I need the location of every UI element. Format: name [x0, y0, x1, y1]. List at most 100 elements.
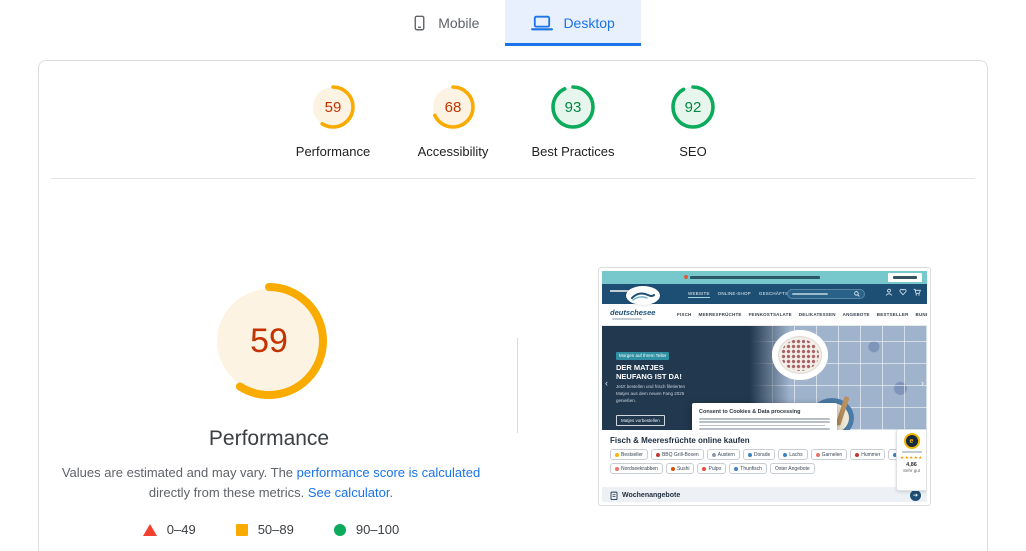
- product-chip[interactable]: Bestseller: [610, 449, 648, 460]
- site-logo-tagline-placeholder: [612, 318, 642, 320]
- category-chips-row-1: Bestseller BBQ Grill-Boxen Austern Dorade La…: [610, 449, 927, 460]
- fish-wave-icon: [631, 292, 655, 301]
- score-accessibility[interactable]: 68 Accessibility: [398, 83, 508, 159]
- product-chip[interactable]: Hummer: [850, 449, 886, 460]
- site-menu-bar: deutschesee FISCH MEERESFRÜCHTE FEINKOSTSA…: [602, 304, 927, 326]
- product-chip[interactable]: Austern: [706, 449, 740, 460]
- site-menu-item[interactable]: BUNDLES: [916, 312, 927, 317]
- cookie-dialog-title: Consent to Cookies & Data processing: [699, 409, 801, 415]
- chip-icon: [655, 452, 660, 457]
- score-value: 68: [444, 98, 462, 116]
- carousel-next-icon[interactable]: ›: [921, 378, 924, 388]
- score-label: Performance: [295, 144, 371, 159]
- legend-range: 50–89: [257, 522, 294, 537]
- product-chip[interactable]: Thunfisch: [729, 463, 767, 474]
- announcement-icon: [684, 275, 688, 279]
- report-card: 59 Performance 68 Accessibility 93 Best …: [38, 60, 988, 551]
- product-chip[interactable]: Nordseekrabben: [610, 463, 663, 474]
- tab-mobile-label: Mobile: [438, 15, 480, 31]
- chip-icon: [711, 452, 716, 457]
- site-mock: WEBSITE ONLINE-SHOP GESCHÄFTSKUNDEN deut…: [602, 271, 927, 502]
- chip-icon: [855, 452, 860, 457]
- device-tabbar: Mobile Desktop: [0, 0, 1026, 46]
- vertical-divider: [517, 338, 518, 433]
- legend-pass: 90–100: [333, 522, 400, 537]
- site-menu-items: FISCH MEERESFRÜCHTE FEINKOSTSALATE DELIKATE…: [677, 312, 927, 317]
- desktop-laptop-icon: [531, 15, 554, 31]
- section-divider: [51, 178, 975, 179]
- legend-range: 90–100: [355, 522, 400, 537]
- site-menu-item[interactable]: FEINKOSTSALATE: [749, 312, 792, 317]
- site-menu-item[interactable]: MEERESFRÜCHTE: [699, 312, 742, 317]
- announcement-button[interactable]: [888, 273, 922, 282]
- score-value: 92: [684, 98, 702, 116]
- carousel-prev-icon[interactable]: ‹: [605, 378, 608, 388]
- orange-square-icon: [235, 523, 248, 536]
- site-menu-item[interactable]: ANGEBOTE: [843, 312, 870, 317]
- red-triangle-icon: [142, 523, 157, 536]
- score-seo[interactable]: 92 SEO: [638, 83, 748, 159]
- cookie-body-text-placeholder: [699, 418, 830, 430]
- chip-icon: [747, 452, 752, 457]
- product-chip[interactable]: Garnelen: [810, 449, 848, 460]
- weekly-offers-title: Wochenangebote: [622, 492, 681, 499]
- metrics-calculation-link[interactable]: performance score is calculated: [297, 465, 481, 480]
- product-chip[interactable]: Pulpo: [697, 463, 727, 474]
- site-nav-link[interactable]: ONLINE-SHOP: [718, 291, 751, 298]
- page-screenshot-thumbnail[interactable]: WEBSITE ONLINE-SHOP GESCHÄFTSKUNDEN deut…: [598, 267, 931, 506]
- site-menu-item[interactable]: FISCH: [677, 312, 692, 317]
- product-chip[interactable]: BBQ Grill-Boxen: [650, 449, 704, 460]
- site-nav-icons: [885, 288, 921, 296]
- performance-section-title: Performance: [208, 427, 330, 450]
- cookie-consent-dialog: Consent to Cookies & Data processing Set…: [692, 403, 837, 430]
- hero-badge: Morgen auf Ihrem Teller: [616, 351, 670, 360]
- scores-summary-row: 59 Performance 68 Accessibility 93 Best …: [39, 83, 987, 159]
- site-logo[interactable]: [626, 286, 660, 305]
- site-logo-text[interactable]: deutschesee: [610, 308, 655, 317]
- site-menu-item[interactable]: DELIKATESSEN: [799, 312, 836, 317]
- product-chip[interactable]: Dorade: [742, 449, 776, 460]
- rating-label: Sehr gut: [902, 468, 920, 473]
- disclaimer-text: directly from these metrics.: [148, 485, 308, 500]
- account-icon[interactable]: [885, 288, 893, 296]
- site-products-section: Fisch & Meeresfrüchte online kaufen Best…: [602, 430, 927, 485]
- tab-desktop[interactable]: Desktop: [505, 0, 641, 46]
- score-best-practices[interactable]: 93 Best Practices: [518, 83, 628, 159]
- hero-cta-button[interactable]: Matjes vorbestellen: [616, 414, 665, 426]
- site-hero-carousel: ‹ › Morgen auf Ihrem Teller DER MATJES N…: [602, 326, 927, 430]
- disclaimer-text: Values are estimated and may vary. The: [61, 465, 297, 480]
- score-value: 59: [324, 98, 342, 116]
- site-nav-link[interactable]: WEBSITE: [688, 291, 710, 298]
- announcement-text-placeholder: [690, 276, 820, 279]
- cart-icon[interactable]: [913, 288, 921, 296]
- trusted-shops-badge[interactable]: e ★★★★★ 4,86 Sehr gut: [896, 429, 927, 491]
- wishlist-heart-icon[interactable]: [899, 288, 907, 296]
- weekly-offers-bar[interactable]: Wochenangebote ➔: [602, 487, 927, 502]
- search-placeholder-text: [792, 292, 828, 296]
- rating-stars: ★★★★★: [900, 455, 923, 460]
- product-chip[interactable]: Sushi: [665, 463, 695, 474]
- mobile-phone-icon: [414, 15, 425, 31]
- legend-average: 50–89: [235, 522, 294, 537]
- category-chips-row-2: Nordseekrabben Sushi Pulpo Thunfisch Oster A…: [610, 463, 919, 474]
- chip-icon: [615, 452, 619, 457]
- products-heading: Fisch & Meeresfrüchte online kaufen: [610, 436, 750, 445]
- expand-arrow-button[interactable]: ➔: [910, 490, 921, 501]
- score-performance[interactable]: 59 Performance: [278, 83, 388, 159]
- chip-icon: [615, 466, 619, 471]
- score-value: 93: [564, 98, 582, 116]
- site-menu-item[interactable]: BESTSELLER: [877, 312, 909, 317]
- product-chip[interactable]: Oster Angebote: [769, 463, 815, 474]
- hero-body-text: Jetzt bestellen und frisch filetierten M…: [616, 384, 686, 403]
- search-icon: [854, 291, 860, 297]
- product-chip[interactable]: Lachs: [778, 449, 808, 460]
- chip-icon: [670, 466, 675, 471]
- tab-mobile[interactable]: Mobile: [385, 0, 505, 46]
- score-label: Best Practices: [531, 144, 615, 159]
- site-search-input[interactable]: [787, 289, 865, 299]
- green-circle-icon: [333, 523, 346, 536]
- clipboard-icon: [610, 491, 618, 500]
- trusted-seal-icon: e: [903, 433, 920, 449]
- see-calculator-link[interactable]: See calculator.: [308, 485, 393, 500]
- hero-title: DER MATJES NEUFANG IST DA!: [616, 362, 682, 381]
